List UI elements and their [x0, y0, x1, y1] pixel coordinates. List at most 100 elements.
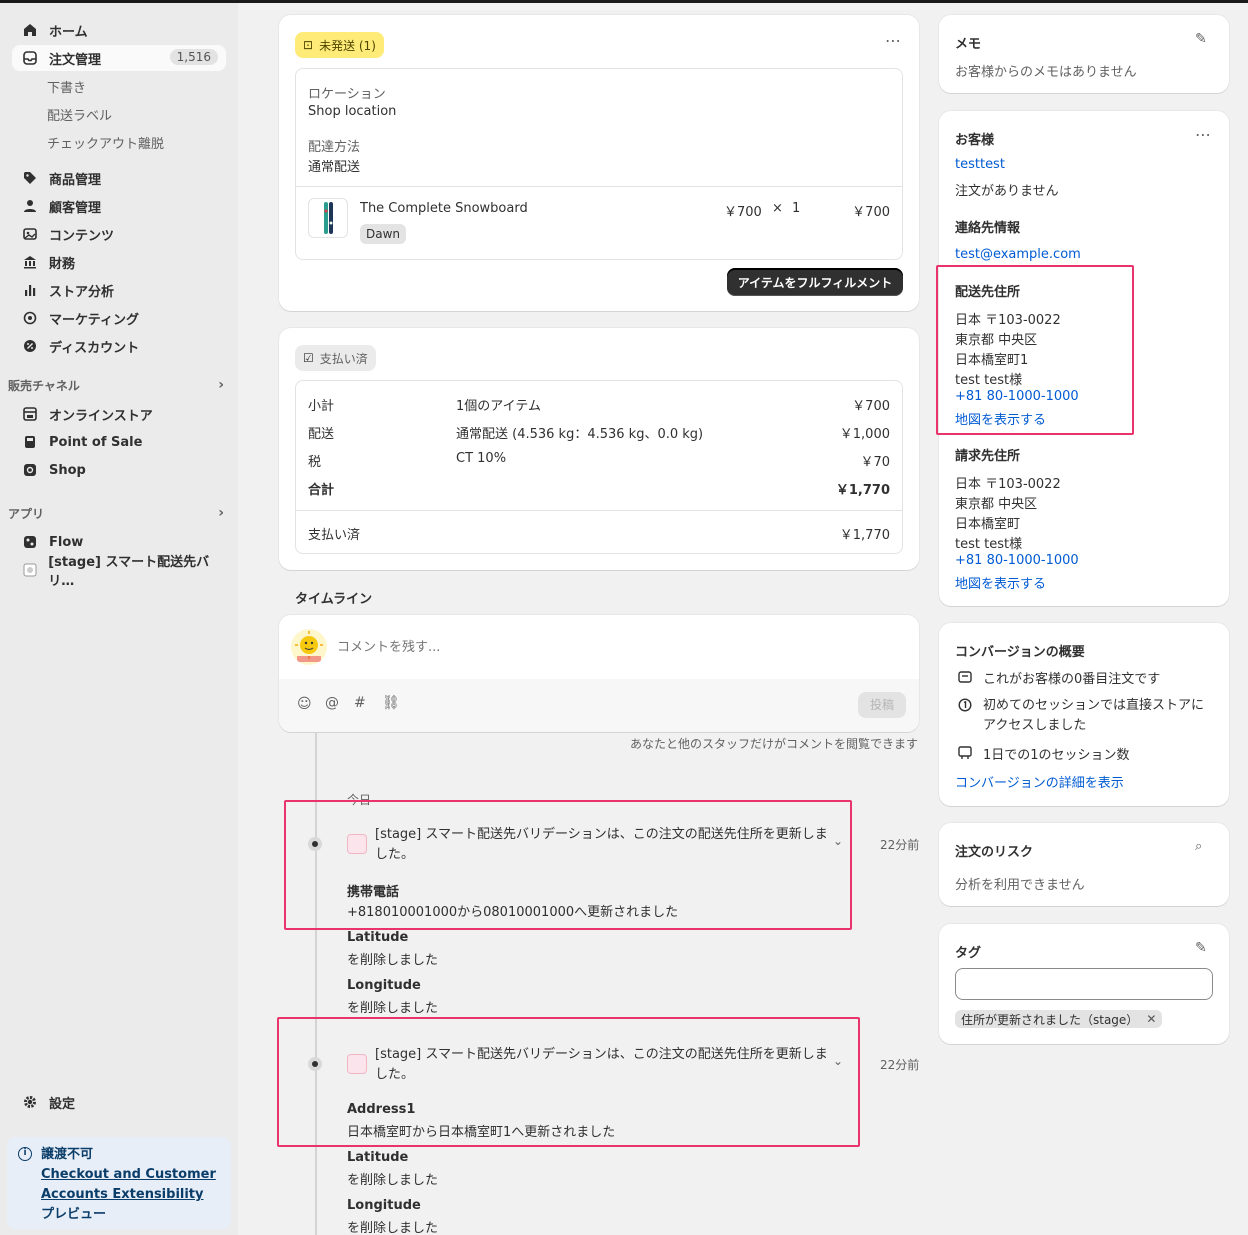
sidebar-item-label: 注文管理 — [49, 52, 102, 68]
app-icon — [347, 1054, 367, 1074]
number-one-icon — [957, 697, 973, 713]
conversion-item: 初めてのセッションでは直接ストアにアクセスしました — [983, 698, 1205, 733]
shipping-phone-link[interactable]: +81 80-1000-1000 — [955, 389, 1079, 404]
sidebar-item-label: Point of Sale — [49, 434, 143, 450]
sidebar-item-label: ストア分析 — [49, 284, 115, 300]
link-icon[interactable]: ⛓ — [382, 695, 400, 711]
sidebar-item-customers[interactable]: 顧客管理 — [12, 193, 226, 219]
shipping-label: 配送 — [308, 427, 335, 442]
sidebar-item-home[interactable]: ホーム — [12, 17, 226, 43]
product-thumbnail[interactable] — [308, 198, 348, 238]
customer-email-link[interactable]: test@example.com — [955, 247, 1081, 262]
sidebar-subitem-drafts[interactable]: 下書き — [47, 77, 86, 96]
sidebar-item-products[interactable]: 商品管理 — [12, 165, 226, 191]
location-value: Shop location — [308, 104, 397, 119]
sidebar-subitem-shipping-labels[interactable]: 配送ラベル — [47, 105, 112, 124]
home-icon — [22, 22, 38, 38]
section-label: 販売チャネル — [8, 379, 80, 393]
chevron-right-icon: › — [218, 505, 224, 521]
sidebar-subitem-abandoned-checkouts[interactable]: チェックアウト離脱 — [47, 133, 164, 152]
post-button[interactable]: 投稿 — [858, 692, 906, 718]
notice-suffix: プレビュー — [41, 1207, 107, 1222]
sidebar-item-shop[interactable]: Shop — [12, 457, 226, 483]
shipping-address-line: 日本橋室町1 — [955, 353, 1029, 368]
total-amount: ￥1,770 — [835, 483, 890, 498]
emoji-icon[interactable]: ☺ — [297, 696, 312, 712]
sidebar-item-settings[interactable]: 設定 — [12, 1089, 226, 1115]
notice-link[interactable]: Checkout and Customer Accounts Extensibi… — [41, 1165, 221, 1205]
conversion-details-link[interactable]: コンバージョンの詳細を表示 — [955, 772, 1124, 791]
conversion-title: コンバージョンの概要 — [955, 645, 1085, 660]
sidebar-item-orders[interactable]: 注文管理 1,516 — [12, 45, 226, 71]
change-field: Longitude — [347, 978, 421, 993]
target-icon — [22, 310, 38, 326]
risk-report-icon[interactable]: ⌕ — [1195, 839, 1202, 854]
pos-icon — [22, 434, 38, 450]
content-icon — [22, 226, 38, 242]
sidebar-item-online-store[interactable]: オンラインストア — [12, 401, 226, 427]
timeline-title: タイムライン — [295, 592, 373, 607]
fulfill-items-button[interactable]: アイテムをフルフィルメント — [727, 268, 903, 296]
apps-heading[interactable]: アプリ › — [8, 505, 228, 522]
change-detail: を削除しました — [347, 953, 439, 968]
shipping-address-line: 東京都 中央区 — [955, 333, 1038, 348]
hashtag-icon[interactable]: # — [354, 695, 366, 711]
more-actions-icon[interactable]: ⋯ — [885, 31, 902, 50]
billing-phone-link[interactable]: +81 80-1000-1000 — [955, 553, 1079, 568]
sidebar-item-label: コンテンツ — [49, 228, 115, 244]
chevron-down-icon[interactable]: ⌄ — [833, 1054, 843, 1068]
package-icon: ⊡ — [303, 38, 314, 52]
app-icon — [22, 562, 37, 578]
total-label: 合計 — [308, 483, 335, 498]
sidebar-item-marketing[interactable]: マーケティング — [12, 305, 226, 331]
subtotal-label: 小計 — [308, 399, 335, 414]
sidebar-item-pos[interactable]: Point of Sale — [12, 429, 226, 455]
more-actions-icon[interactable]: ⋯ — [1195, 125, 1212, 144]
fulfillment-card: ⊡ 未発送 (1) ⋯ ロケーション Shop location 配達方法 通常… — [279, 15, 919, 311]
sidebar-item-label: ディスカウント — [49, 340, 140, 356]
sidebar-item-content[interactable]: コンテンツ — [12, 221, 226, 247]
product-name[interactable]: The Complete Snowboard — [360, 201, 528, 216]
tag-icon — [22, 170, 38, 186]
sidebar-item-label: 顧客管理 — [49, 200, 102, 216]
shipping-address-line: 日本 〒103-0022 — [955, 313, 1061, 328]
change-field: Longitude — [347, 1198, 421, 1213]
snowboard-icon — [324, 202, 333, 234]
comment-input[interactable] — [337, 635, 897, 659]
sidebar-item-discounts[interactable]: ディスカウント — [12, 333, 226, 359]
billing-map-link[interactable]: 地図を表示する — [955, 573, 1046, 592]
sidebar-item-label: Shop — [49, 462, 86, 478]
pencil-icon[interactable]: ✎ — [1195, 940, 1207, 956]
tag-chip: 住所が更新されました（stage） ✕ — [955, 1010, 1163, 1028]
location-label: ロケーション — [308, 87, 386, 102]
pencil-icon[interactable]: ✎ — [1195, 31, 1207, 47]
sidebar-item-stage-app[interactable]: [stage] スマート配送先バリ… — [12, 555, 226, 589]
subtotal-desc: 1個のアイテム — [456, 399, 541, 414]
divider — [296, 510, 902, 511]
risk-title: 注文のリスク — [955, 845, 1034, 860]
timeline-dot — [308, 837, 322, 851]
bar-chart-icon — [22, 282, 38, 298]
shipping-address-title: 配送先住所 — [955, 285, 1021, 300]
shipping-desc: 通常配送 (4.536 kg：4.536 kg、0.0 kg) — [456, 427, 704, 442]
shipping-map-link[interactable]: 地図を表示する — [955, 409, 1046, 428]
close-icon[interactable]: ✕ — [1146, 1012, 1156, 1026]
billing-address-line: test test様 — [955, 537, 1023, 552]
change-detail: を削除しました — [347, 1001, 439, 1016]
tags-input[interactable] — [955, 968, 1213, 1000]
mention-icon[interactable]: @ — [325, 695, 339, 711]
customer-title: お客様 — [955, 133, 995, 148]
sidebar-item-analytics[interactable]: ストア分析 — [12, 277, 226, 303]
shipping-amount: ￥1,000 — [839, 427, 890, 442]
chevron-right-icon: › — [218, 377, 224, 393]
change-detail: +818010001000から08010001000へ更新されました — [347, 905, 679, 920]
payment-summary: 小計 1個のアイテム ￥700 配送 通常配送 (4.536 kg：4.536 … — [295, 380, 903, 554]
customer-card: お客様 ⋯ testtest 注文がありません 連絡先情報 test@examp… — [939, 111, 1229, 606]
payment-card: ☑ 支払い済 小計 1個のアイテム ￥700 配送 通常配送 (4.536 kg… — [279, 328, 919, 570]
chevron-down-icon[interactable]: ⌄ — [833, 834, 843, 848]
sales-channels-heading[interactable]: 販売チャネル › — [8, 377, 228, 394]
sidebar-item-finance[interactable]: 財務 — [12, 249, 226, 275]
line-total: ￥700 — [852, 205, 890, 220]
sidebar-item-label: オンラインストア — [49, 408, 153, 424]
customer-name-link[interactable]: testtest — [955, 157, 1005, 172]
